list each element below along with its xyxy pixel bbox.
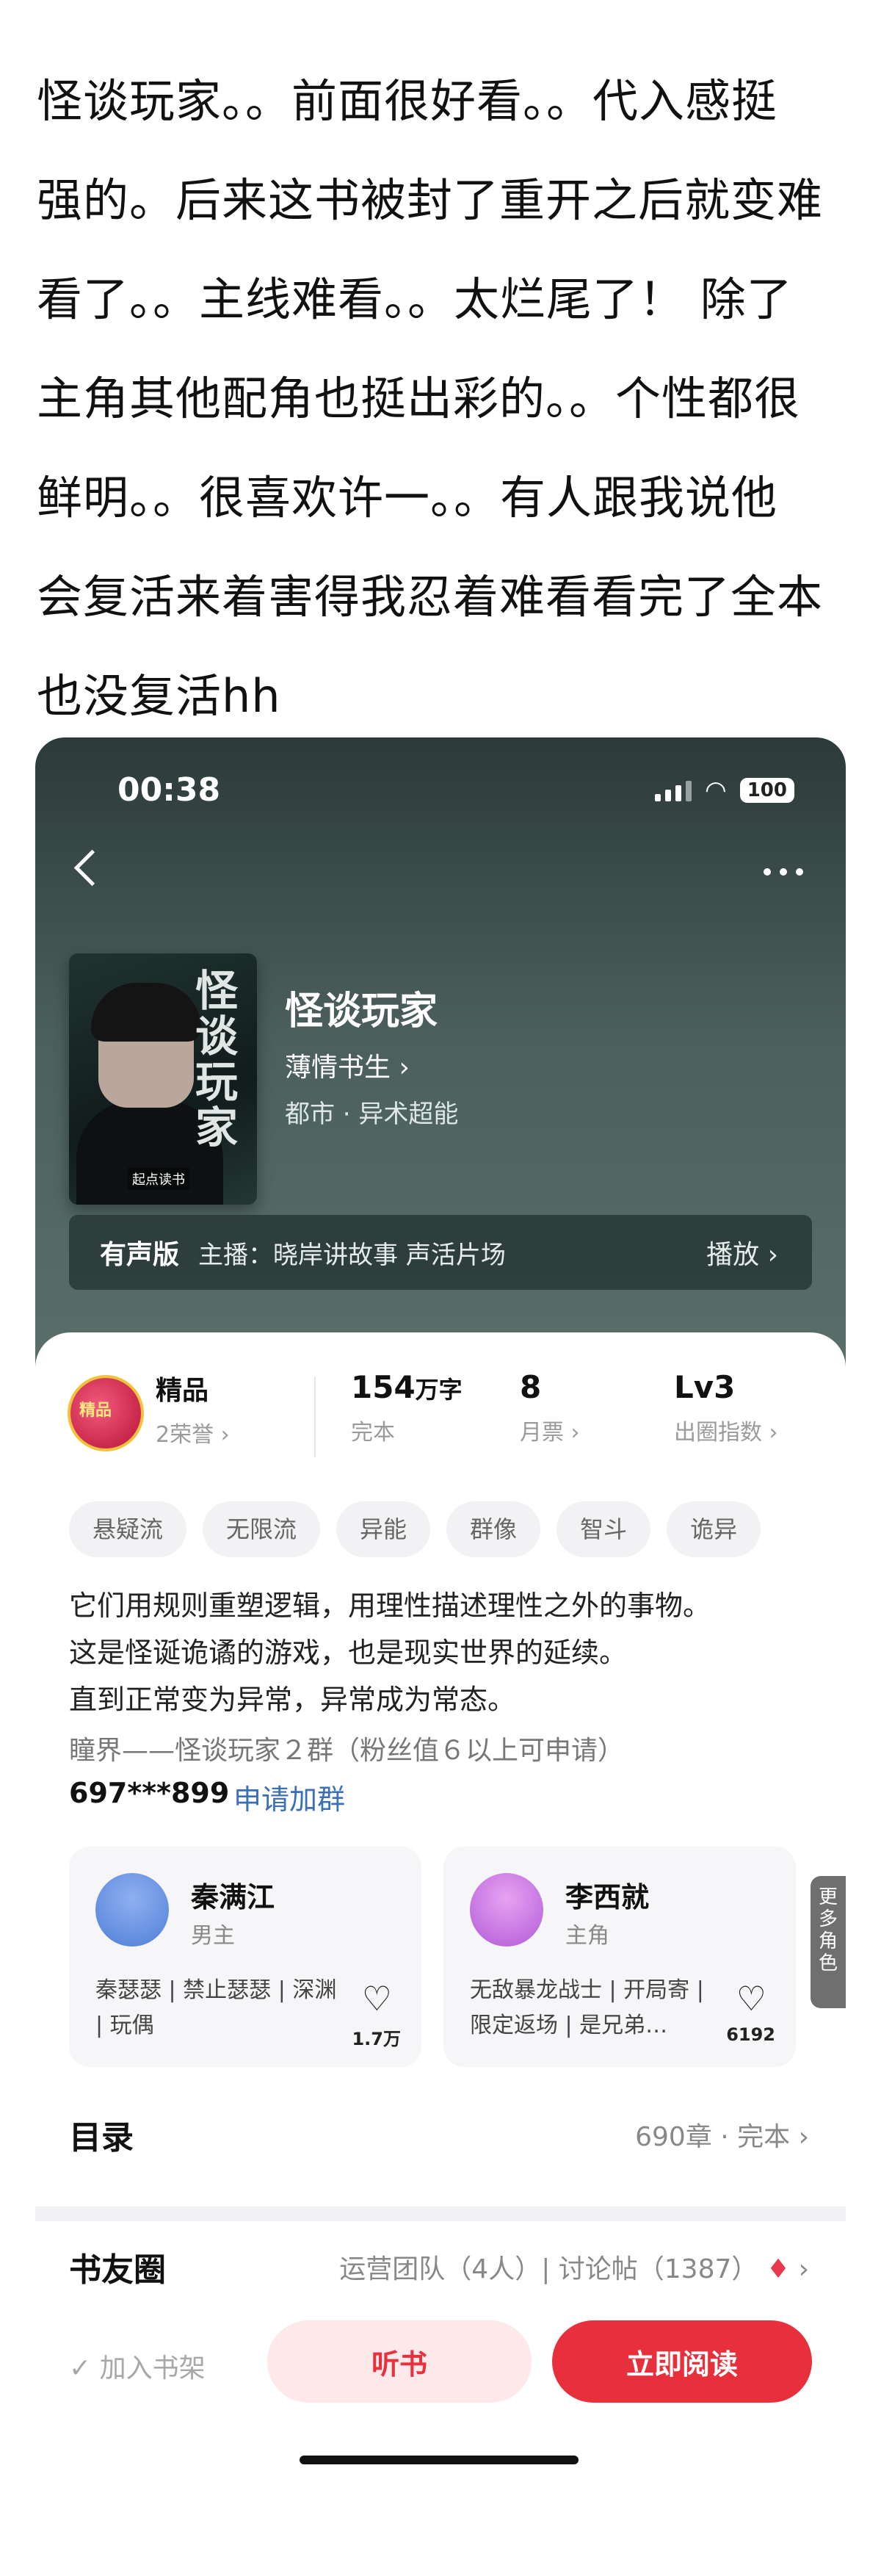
post-line: 看了。。主线难看。。太烂尾了！ 除了 [37, 273, 793, 326]
quality-stat[interactable]: 精品 2荣誉 › [156, 1369, 230, 1448]
section-divider [35, 2207, 846, 2221]
fan-group-info: 瞳界——怪谈玩家２群（粉丝值６以上可申请） [69, 1736, 625, 1766]
signal-icon [655, 779, 692, 801]
post-line: 鲜明。。很喜欢许一。。有人跟我说他 [37, 471, 778, 524]
toc-link[interactable]: 690章 · 完本 › [635, 2115, 809, 2154]
words-stat: 154万字 完本 [351, 1369, 463, 1446]
book-description[interactable]: 它们用规则重塑逻辑，用理性描述理性之外的事物。 这是怪诞诡谲的游戏，也是现实世界… [69, 1582, 811, 1723]
tickets-stat[interactable]: 8 月票 › [520, 1369, 580, 1446]
book-cover[interactable]: 怪谈玩家 起点读书 [69, 953, 257, 1205]
status-time: 00:38 [117, 771, 221, 809]
book-genre: 都市 · 异术超能 [285, 1100, 459, 1129]
wifi-icon: ◠ [705, 776, 727, 805]
tag-chip[interactable]: 诡异 [667, 1501, 761, 1557]
status-icons: ◠ 100 [655, 776, 794, 805]
play-button[interactable]: 播放 › [706, 1233, 778, 1271]
heart-icon[interactable]: ♡ [362, 1979, 392, 2018]
audio-version-bar[interactable]: 有声版 主播：晓岸讲故事 声活片场 播放 › [69, 1215, 812, 1290]
like-count: 1.7万 [352, 2029, 401, 2049]
post-line: 强的。后来这书被封了重开之后就变难 [37, 173, 824, 227]
toc-title: 目录 [69, 2119, 134, 2157]
tag-chip[interactable]: 悬疑流 [69, 1501, 187, 1557]
like-count: 6192 [726, 2024, 775, 2045]
book-header: 00:38 ◠ 100 怪谈玩家 起点读书 怪谈玩家 薄情书生 › 都市 · 异… [35, 737, 846, 1399]
more-roles-button[interactable]: 更多角色 [811, 1876, 846, 2008]
cover-brand: 起点读书 [128, 1168, 189, 1190]
role-card[interactable]: 秦满江 男主 秦瑟瑟 | 禁止瑟瑟 | 深渊 | 玩偶 ♡ 1.7万 [69, 1847, 421, 2067]
divider [314, 1377, 316, 1457]
tag-list: 悬疑流 无限流 异能 群像 智斗 诡异 [69, 1501, 761, 1557]
avatar [95, 1873, 169, 1947]
add-to-shelf-button[interactable]: ✓ 加入书架 [69, 2347, 206, 2385]
book-info-card: 精品 精品 2荣誉 › 154万字 完本 8 月票 › Lv3 出圈指数 › 悬… [35, 1332, 846, 2576]
app-screenshot: 00:38 ◠ 100 怪谈玩家 起点读书 怪谈玩家 薄情书生 › 都市 · 异… [35, 737, 846, 2576]
fan-circle-link[interactable]: 运营团队（4人）| 讨论帖（1387） ♦ › [339, 2248, 809, 2286]
heart-icon[interactable]: ♡ [736, 1979, 766, 2018]
flame-icon: ♦ [766, 2254, 791, 2284]
bottom-action-bar: ✓ 加入书架 听书 立即阅读 [35, 2320, 846, 2541]
back-icon[interactable] [73, 849, 111, 887]
cover-title: 怪谈玩家 [188, 968, 238, 1150]
level-stat[interactable]: Lv3 出圈指数 › [674, 1369, 778, 1446]
join-group-link[interactable]: 申请加群 [233, 1777, 345, 1817]
tag-chip[interactable]: 智斗 [556, 1501, 651, 1557]
audio-host: 主播：晓岸讲故事 声活片场 [198, 1240, 506, 1270]
read-now-button[interactable]: 立即阅读 [552, 2320, 812, 2403]
author-link[interactable]: 薄情书生 › [285, 1046, 410, 1084]
post-text: 怪谈玩家。。前面很好看。。代入感挺 强的。后来这书被封了重开之后就变难 看了。。… [37, 51, 852, 746]
audio-tag: 有声版 [100, 1240, 180, 1270]
avatar [470, 1873, 543, 1947]
group-number: 697***899 [69, 1777, 230, 1809]
fan-circle-title: 书友圈 [69, 2251, 166, 2289]
home-indicator [300, 2456, 579, 2464]
post-line: 主角其他配角也挺出彩的。。个性都很 [37, 372, 801, 425]
post-line: 会复活来着害得我忍着难看看完了全本 [37, 570, 824, 624]
tag-chip[interactable]: 异能 [336, 1501, 431, 1557]
role-card[interactable]: 李西就 主角 无敌暴龙战士 | 开局寄 | 限定返场 | 是兄弟… ♡ 6192 [443, 1847, 796, 2067]
more-icon[interactable] [764, 868, 803, 876]
book-title: 怪谈玩家 [285, 989, 438, 1033]
quality-badge-icon: 精品 [68, 1375, 144, 1451]
tag-chip[interactable]: 群像 [446, 1501, 541, 1557]
post-line: 也没复活hh [37, 669, 281, 723]
post-line: 怪谈玩家。。前面很好看。。代入感挺 [37, 74, 778, 128]
tag-chip[interactable]: 无限流 [203, 1501, 321, 1557]
battery-icon: 100 [739, 778, 794, 803]
listen-button[interactable]: 听书 [267, 2320, 532, 2403]
